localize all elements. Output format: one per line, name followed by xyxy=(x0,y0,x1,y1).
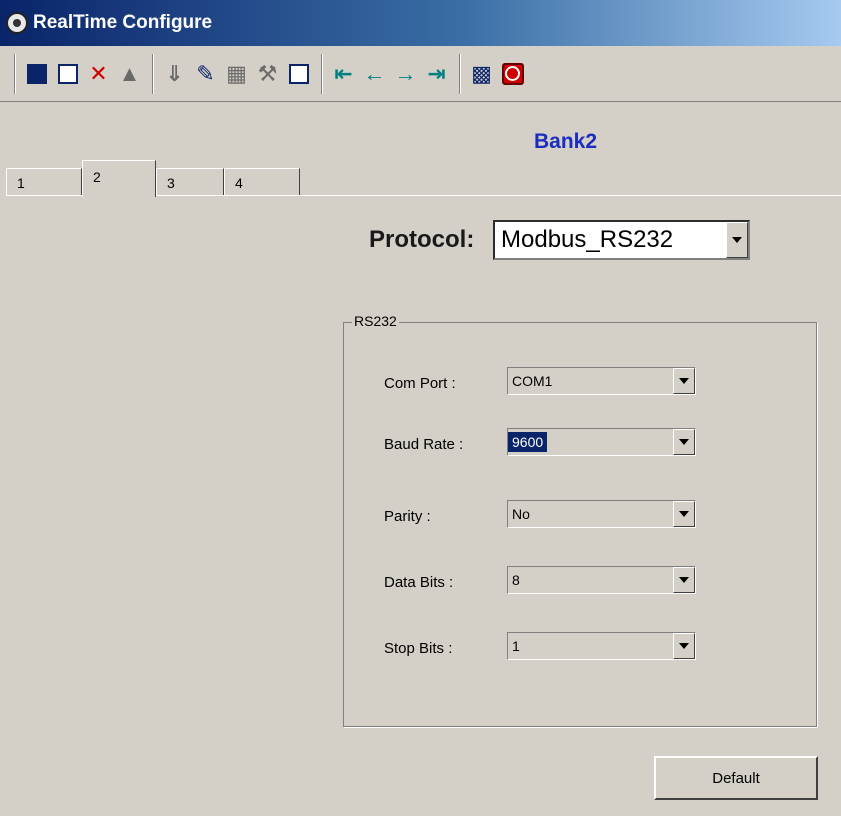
chevron-down-icon[interactable] xyxy=(673,501,695,527)
data-bits-value: 8 xyxy=(512,572,520,588)
title-bar[interactable]: RealTime Configure xyxy=(0,0,841,46)
toolbar-separator xyxy=(14,53,16,94)
notebook-icon xyxy=(57,63,78,84)
tab-1[interactable]: 1 xyxy=(6,168,82,196)
stop-bits-value: 1 xyxy=(512,638,520,654)
last-button[interactable]: ⇥ xyxy=(422,54,451,94)
power-icon xyxy=(501,62,524,85)
download-button[interactable]: ⇓ xyxy=(160,54,189,94)
baud-rate-value: 9600 xyxy=(508,429,673,455)
next-button[interactable]: → xyxy=(391,54,420,94)
calculator-button[interactable]: ▦ xyxy=(222,54,251,94)
tools-icon: ⚒ xyxy=(257,60,278,86)
chevron-down-icon[interactable] xyxy=(673,633,695,659)
groupbox-legend: RS232 xyxy=(352,313,399,329)
tab-strip: 1 2 3 4 xyxy=(6,160,841,197)
com-port-value: COM1 xyxy=(512,373,553,389)
toolbar-separator xyxy=(152,53,154,94)
stop-bits-label: Stop Bits : xyxy=(384,640,453,657)
toolbar: ✕ ▲ ⇓ ✎ ▦ ⚒ ⇤ ← → ⇥ ▩ xyxy=(0,46,841,102)
edit-button[interactable]: ✎ xyxy=(191,54,220,94)
protocol-label: Protocol: xyxy=(369,226,475,253)
notebook-button[interactable] xyxy=(53,54,82,94)
window-title: RealTime Configure xyxy=(33,12,213,33)
baud-rate-select[interactable]: 9600 xyxy=(507,428,696,456)
main-panel: Bank2 1 2 3 4 Protocol: Modbus_RS232 RS2… xyxy=(0,102,841,816)
save-icon xyxy=(26,63,47,84)
chevron-down-icon[interactable] xyxy=(726,222,748,258)
previous-icon: ← xyxy=(363,60,386,86)
parity-value: No xyxy=(512,506,530,522)
parity-label: Parity : xyxy=(384,508,431,525)
baud-rate-label: Baud Rate : xyxy=(384,436,464,453)
com-port-select[interactable]: COM1 xyxy=(507,367,696,395)
bank-title: Bank2 xyxy=(534,130,598,153)
previous-button[interactable]: ← xyxy=(360,54,389,94)
protocol-value: Modbus_RS232 xyxy=(501,226,674,253)
first-button[interactable]: ⇤ xyxy=(329,54,358,94)
next-icon: → xyxy=(394,60,417,86)
default-button[interactable]: Default xyxy=(654,756,818,800)
edit-pencil-icon: ✎ xyxy=(196,60,215,86)
delete-button[interactable]: ✕ xyxy=(84,54,113,94)
toolbar-separator xyxy=(459,53,461,94)
calculator-icon: ▦ xyxy=(226,60,247,86)
data-bits-select[interactable]: 8 xyxy=(507,566,696,594)
com-port-label: Com Port : xyxy=(384,375,456,392)
upload-icon: ▲ xyxy=(118,60,141,86)
chevron-down-icon[interactable] xyxy=(673,368,695,394)
toolbar-separator xyxy=(321,53,323,94)
tab-4[interactable]: 4 xyxy=(224,168,300,196)
report-icon xyxy=(288,63,309,84)
chevron-down-icon[interactable] xyxy=(673,567,695,593)
delete-icon: ✕ xyxy=(89,60,108,86)
save-button[interactable] xyxy=(22,54,51,94)
chevron-down-icon[interactable] xyxy=(673,429,695,455)
parity-select[interactable]: No xyxy=(507,500,696,528)
download-icon: ⇓ xyxy=(165,60,184,86)
qr-button[interactable]: ▩ xyxy=(467,54,496,94)
tab-2[interactable]: 2 xyxy=(82,160,156,197)
upload-button[interactable]: ▲ xyxy=(115,54,144,94)
power-button[interactable] xyxy=(498,54,527,94)
rs232-groupbox: RS232 Com Port : COM1 Baud Rate : 9600 P… xyxy=(343,313,817,727)
stop-bits-select[interactable]: 1 xyxy=(507,632,696,660)
last-icon: ⇥ xyxy=(427,60,446,86)
tools-button[interactable]: ⚒ xyxy=(253,54,282,94)
report-button[interactable] xyxy=(284,54,313,94)
tab-3[interactable]: 3 xyxy=(156,168,224,196)
first-icon: ⇤ xyxy=(334,60,353,86)
data-bits-label: Data Bits : xyxy=(384,574,454,591)
qr-icon: ▩ xyxy=(471,60,492,86)
gear-icon xyxy=(6,12,28,34)
protocol-select[interactable]: Modbus_RS232 xyxy=(493,220,750,260)
